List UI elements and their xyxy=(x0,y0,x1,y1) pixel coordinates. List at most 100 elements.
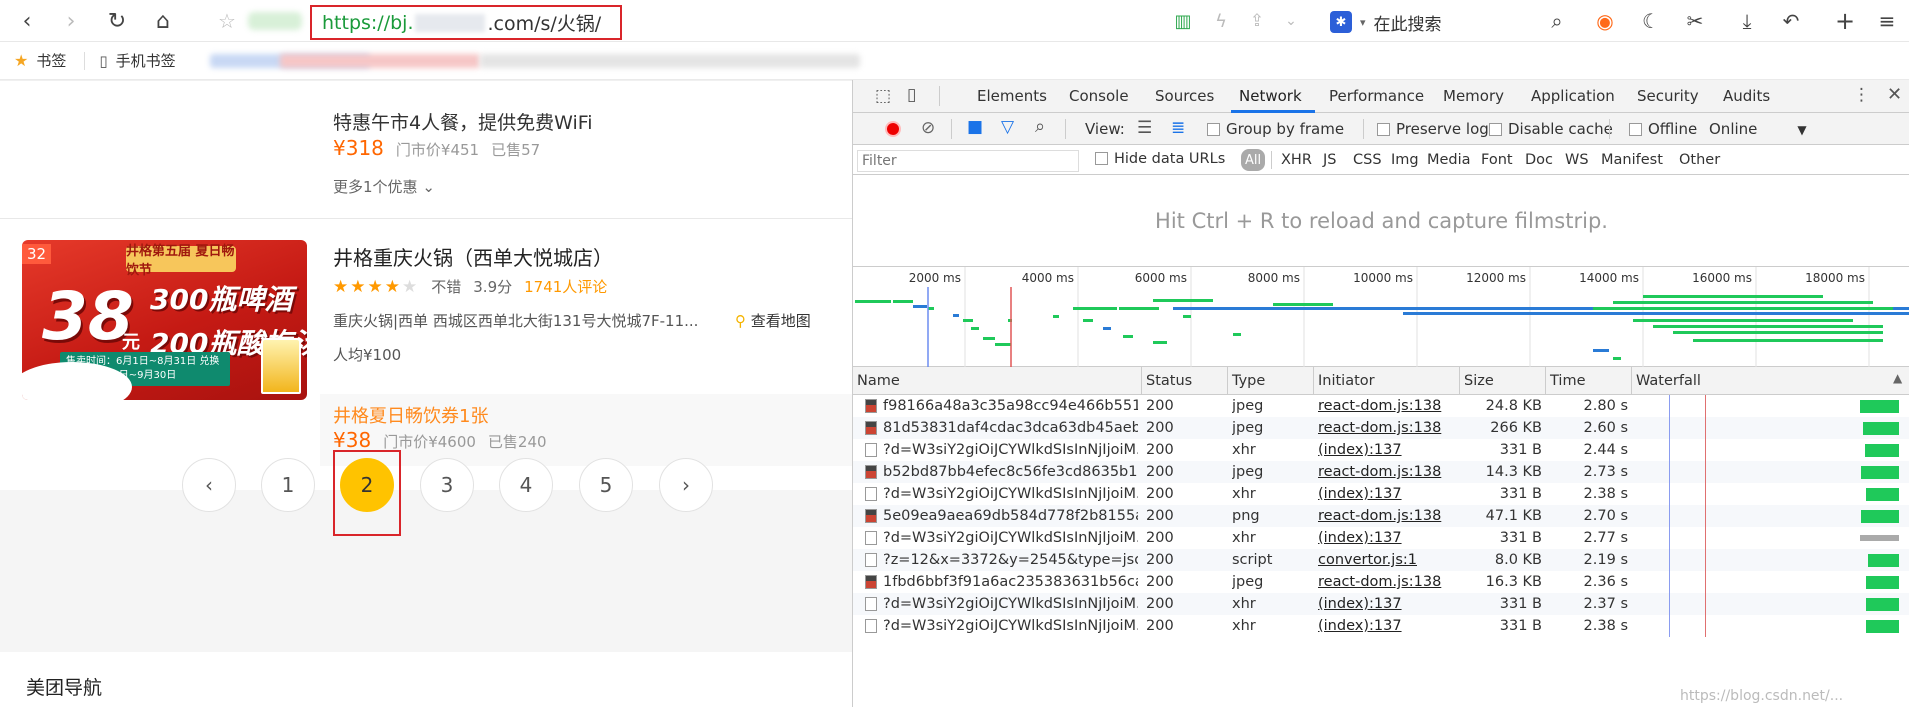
address-bar[interactable]: https://bj. .com/s/火锅/ xyxy=(310,5,622,40)
search-icon[interactable]: ⌕ xyxy=(1542,6,1572,36)
download-icon[interactable]: ⤓ xyxy=(1732,6,1762,36)
column-initiator[interactable]: Initiator xyxy=(1314,367,1460,395)
night-mode-icon[interactable]: ☾ xyxy=(1636,6,1666,36)
type-filter-manifest[interactable]: Manifest xyxy=(1601,152,1663,168)
tab-audits[interactable]: Audits xyxy=(1723,87,1770,105)
cell-initiator[interactable]: (index):137 xyxy=(1318,593,1458,615)
table-row[interactable]: ?d=W3siY2giOiJCYWlkdSIsInNjIjoiM... 200 xh… xyxy=(853,483,1909,505)
type-filter-other[interactable]: Other xyxy=(1679,152,1720,168)
close-icon[interactable]: ✕ xyxy=(1887,84,1902,105)
more-deals-link[interactable]: 更多1个优惠 ⌄ xyxy=(333,176,435,197)
screenshot-icon[interactable]: ✂ xyxy=(1680,6,1710,36)
type-filter-xhr[interactable]: XHR xyxy=(1281,152,1312,168)
preserve-log-checkbox[interactable]: Preserve log xyxy=(1377,120,1489,138)
coupon-title[interactable]: 井格夏日畅饮券1张 xyxy=(333,402,488,428)
cell-initiator[interactable]: react-dom.js:138 xyxy=(1318,461,1458,483)
engine-dropdown-icon[interactable]: ▾ xyxy=(1360,16,1366,29)
sort-up-icon[interactable]: ▲ xyxy=(1893,371,1902,385)
tab-memory[interactable]: Memory xyxy=(1443,87,1504,105)
tab-elements[interactable]: Elements xyxy=(977,87,1047,105)
flash-icon[interactable]: ϟ xyxy=(1206,6,1236,36)
cell-initiator[interactable]: react-dom.js:138 xyxy=(1318,571,1458,593)
tab-security[interactable]: Security xyxy=(1637,87,1699,105)
type-filter-ws[interactable]: WS xyxy=(1565,152,1589,168)
type-filter-all[interactable]: All xyxy=(1241,149,1265,171)
filter-input[interactable] xyxy=(857,150,1079,172)
type-filter-media[interactable]: Media xyxy=(1427,152,1471,168)
table-row[interactable]: ?d=W3siY2giOiJCYWlkdSIsInNjIjoiM... 200 xh… xyxy=(853,615,1909,637)
undo-icon[interactable]: ↶ xyxy=(1776,6,1806,36)
column-waterfall[interactable]: Waterfall xyxy=(1632,367,1909,395)
view-map-link[interactable]: ⚲ 查看地图 xyxy=(735,310,811,331)
network-overview[interactable]: 2000 ms 4000 ms 6000 ms 8000 ms 10000 ms 1200… xyxy=(853,267,1909,367)
share-icon[interactable]: ⇪ xyxy=(1242,6,1272,36)
table-row[interactable]: 1fbd6bbf3f91a6ac235383631b56ca... 200 jpeg… xyxy=(853,571,1909,593)
cell-initiator[interactable]: (index):137 xyxy=(1318,615,1458,637)
type-filter-font[interactable]: Font xyxy=(1481,152,1513,168)
tab-console[interactable]: Console xyxy=(1069,87,1129,105)
table-row[interactable]: ?d=W3siY2giOiJCYWlkdSIsInNjIjoiM... 200 xh… xyxy=(853,527,1909,549)
tab-network[interactable]: Network xyxy=(1239,87,1302,105)
chevron-down-icon[interactable]: ⌄ xyxy=(1276,6,1306,36)
table-row[interactable]: ?d=W3siY2giOiJCYWlkdSIsInNjIjoiM... 200 xh… xyxy=(853,439,1909,461)
page-1-button[interactable]: 1 xyxy=(261,458,315,512)
cell-initiator[interactable]: react-dom.js:138 xyxy=(1318,395,1458,417)
device-toolbar-icon[interactable]: ▯ xyxy=(907,85,916,105)
clear-icon[interactable]: ⊘ xyxy=(921,118,935,138)
tab-performance[interactable]: Performance xyxy=(1329,87,1424,105)
next-page-button[interactable]: › xyxy=(659,458,713,512)
deal-title[interactable]: 特惠午市4人餐，提供免费WiFi xyxy=(333,108,593,135)
cell-initiator[interactable]: react-dom.js:138 xyxy=(1318,417,1458,439)
inspect-element-icon[interactable]: ⬚ xyxy=(875,86,891,106)
baidu-paw-icon[interactable]: ✱ xyxy=(1330,11,1352,33)
menu-icon[interactable]: ≡ xyxy=(1872,6,1902,36)
star-icon[interactable]: ☆ xyxy=(212,6,242,36)
tab-application[interactable]: Application xyxy=(1531,87,1615,105)
cell-initiator[interactable]: convertor.js:1 xyxy=(1318,549,1458,571)
page-5-button[interactable]: 5 xyxy=(579,458,633,512)
table-row[interactable]: f98166a48a3c35a98cc94e466b5511... 200 jpeg… xyxy=(853,395,1909,417)
throttling-select[interactable]: Online ▼ xyxy=(1709,120,1807,138)
cell-initiator[interactable]: react-dom.js:138 xyxy=(1318,505,1458,527)
disable-cache-checkbox[interactable]: Disable cache xyxy=(1489,120,1613,138)
search-box[interactable]: ✱ ▾ 在此搜索 xyxy=(1330,8,1442,36)
prev-page-button[interactable]: ‹ xyxy=(182,458,236,512)
filter-icon[interactable]: ▽ xyxy=(1001,117,1014,137)
home-icon[interactable]: ⌂ xyxy=(148,6,178,36)
table-row[interactable]: 81d53831daf4cdac3dca63db45aeb8... 200 jpeg… xyxy=(853,417,1909,439)
cell-initiator[interactable]: (index):137 xyxy=(1318,439,1458,461)
reload-icon[interactable]: ↻ xyxy=(102,6,132,36)
more-options-icon[interactable]: ⋮ xyxy=(1853,85,1870,105)
hide-data-urls-checkbox[interactable]: Hide data URLs xyxy=(1095,151,1225,167)
group-by-frame-checkbox[interactable]: Group by frame xyxy=(1207,120,1344,138)
shop-name-link[interactable]: 井格重庆火锅（西单大悦城店） xyxy=(333,242,613,271)
cell-initiator[interactable]: (index):137 xyxy=(1318,527,1458,549)
type-filter-img[interactable]: Img xyxy=(1391,152,1419,168)
forward-icon[interactable]: › xyxy=(56,6,86,36)
search-icon[interactable]: ⌕ xyxy=(1035,116,1045,137)
table-row[interactable]: b52bd87bb4efec8c56fe3cd8635b1c... 200 jpeg… xyxy=(853,461,1909,483)
new-tab-icon[interactable]: + xyxy=(1830,6,1860,36)
waterfall-view-icon[interactable]: ≣ xyxy=(1171,118,1185,138)
column-status[interactable]: Status xyxy=(1142,367,1228,395)
type-filter-doc[interactable]: Doc xyxy=(1525,152,1553,168)
tab-sources[interactable]: Sources xyxy=(1155,87,1214,105)
back-icon[interactable]: ‹ xyxy=(12,6,42,36)
offline-checkbox[interactable]: Offline xyxy=(1629,120,1697,138)
table-row[interactable]: ?z=12&x=3372&y=2545&type=jso... 200 script… xyxy=(853,549,1909,571)
record-icon[interactable] xyxy=(885,121,901,137)
gamepad-icon[interactable]: ◉ xyxy=(1590,6,1620,36)
bookmarks-button[interactable]: ★ 书签 xyxy=(14,50,66,71)
page-3-button[interactable]: 3 xyxy=(420,458,474,512)
column-size[interactable]: Size xyxy=(1460,367,1546,395)
column-type[interactable]: Type xyxy=(1228,367,1314,395)
reader-mode-icon[interactable]: ▥ xyxy=(1168,6,1198,36)
list-view-icon[interactable]: ☰ xyxy=(1137,118,1152,138)
mobile-bookmarks-button[interactable]: ▯ 手机书签 xyxy=(99,50,175,71)
column-time[interactable]: Time xyxy=(1546,367,1632,395)
type-filter-css[interactable]: CSS xyxy=(1353,152,1382,168)
table-row[interactable]: ?d=W3siY2giOiJCYWlkdSIsInNjIjoiM... 200 xh… xyxy=(853,593,1909,615)
review-count-link[interactable]: 1741人评论 xyxy=(524,276,607,297)
camera-icon[interactable]: ■ xyxy=(967,117,983,137)
shop-promo-image[interactable]: 32 井格第五届 夏日畅饮节 38 元 300瓶啤酒 200瓶酸梅汤 售卖时间：… xyxy=(22,240,307,400)
